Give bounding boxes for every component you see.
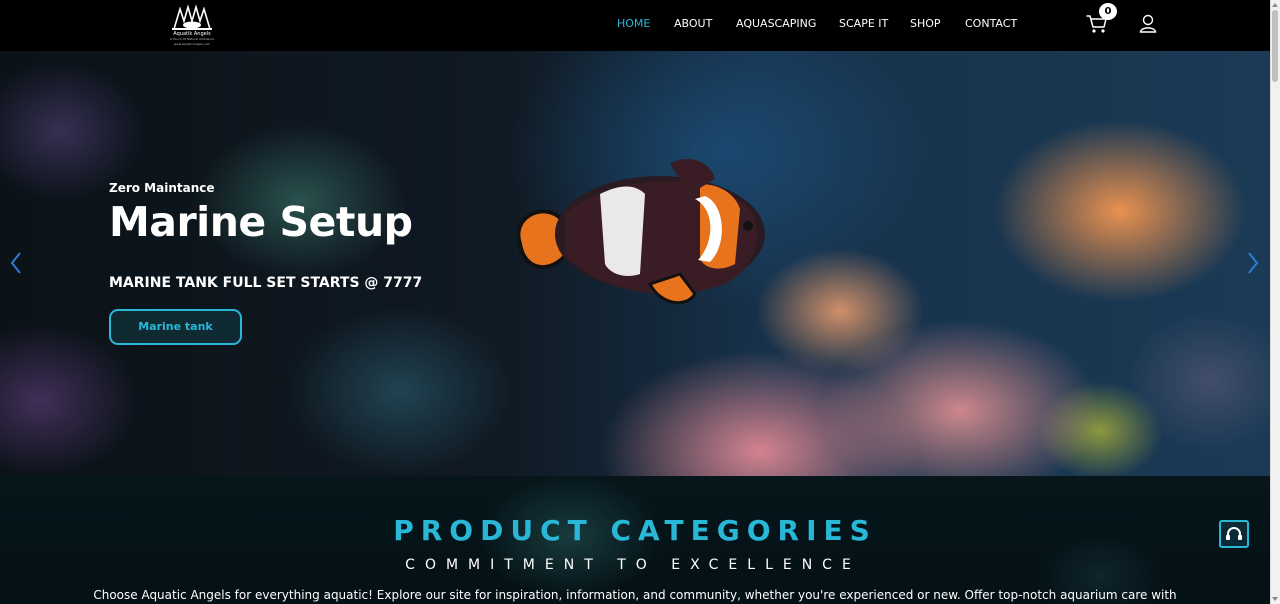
scroll-up-arrow-icon[interactable] [1272, 2, 1278, 8]
cart-count-badge: 0 [1099, 3, 1117, 20]
user-icon[interactable] [1139, 14, 1157, 33]
nav-aquascaping[interactable]: AQUASCAPING [736, 17, 816, 30]
chevron-left-icon[interactable] [9, 251, 23, 275]
nav-home[interactable]: HOME [617, 17, 650, 30]
nav-scape-it[interactable]: SCAPE IT [839, 17, 888, 30]
nav-shop[interactable]: SHOP [910, 17, 941, 30]
brand-url: www.aquaticangels.com [173, 42, 211, 46]
section-subtitle: COMMITMENT TO EXCELLENCE [405, 557, 861, 573]
logo-mark-icon [172, 5, 212, 30]
marine-tank-button[interactable]: Marine tank [109, 309, 242, 345]
hero-offer: MARINE TANK FULL SET STARTS @ 7777 [109, 275, 423, 291]
support-chat-button[interactable] [1219, 520, 1249, 548]
hero-slider: Zero Maintance Marine Setup MARINE TANK … [0, 51, 1270, 476]
top-navbar: Aquatik Angels A Touch Of Natural Ambian… [0, 0, 1270, 51]
headset-icon [1226, 527, 1242, 540]
clownfish-illustration [516, 159, 765, 305]
scroll-down-arrow-icon[interactable] [1272, 596, 1278, 602]
product-categories-section: PRODUCT CATEGORIES COMMITMENT TO EXCELLE… [0, 476, 1270, 604]
section-title: PRODUCT CATEGORIES [393, 514, 877, 547]
section-description: Choose Aquatic Angels for everything aqu… [93, 588, 1177, 602]
vertical-scrollbar[interactable] [1270, 0, 1280, 604]
scrollbar-thumb[interactable] [1272, 10, 1278, 82]
nav-contact[interactable]: CONTACT [965, 17, 1017, 30]
nav-about[interactable]: ABOUT [674, 17, 712, 30]
hero-eyebrow: Zero Maintance [109, 181, 215, 195]
brand-tagline: A Touch Of Natural Ambiance [170, 37, 214, 41]
brand-logo[interactable]: Aquatik Angels A Touch Of Natural Ambian… [166, 5, 218, 47]
chevron-right-icon[interactable] [1246, 251, 1260, 275]
hero-title: Marine Setup [109, 198, 413, 246]
